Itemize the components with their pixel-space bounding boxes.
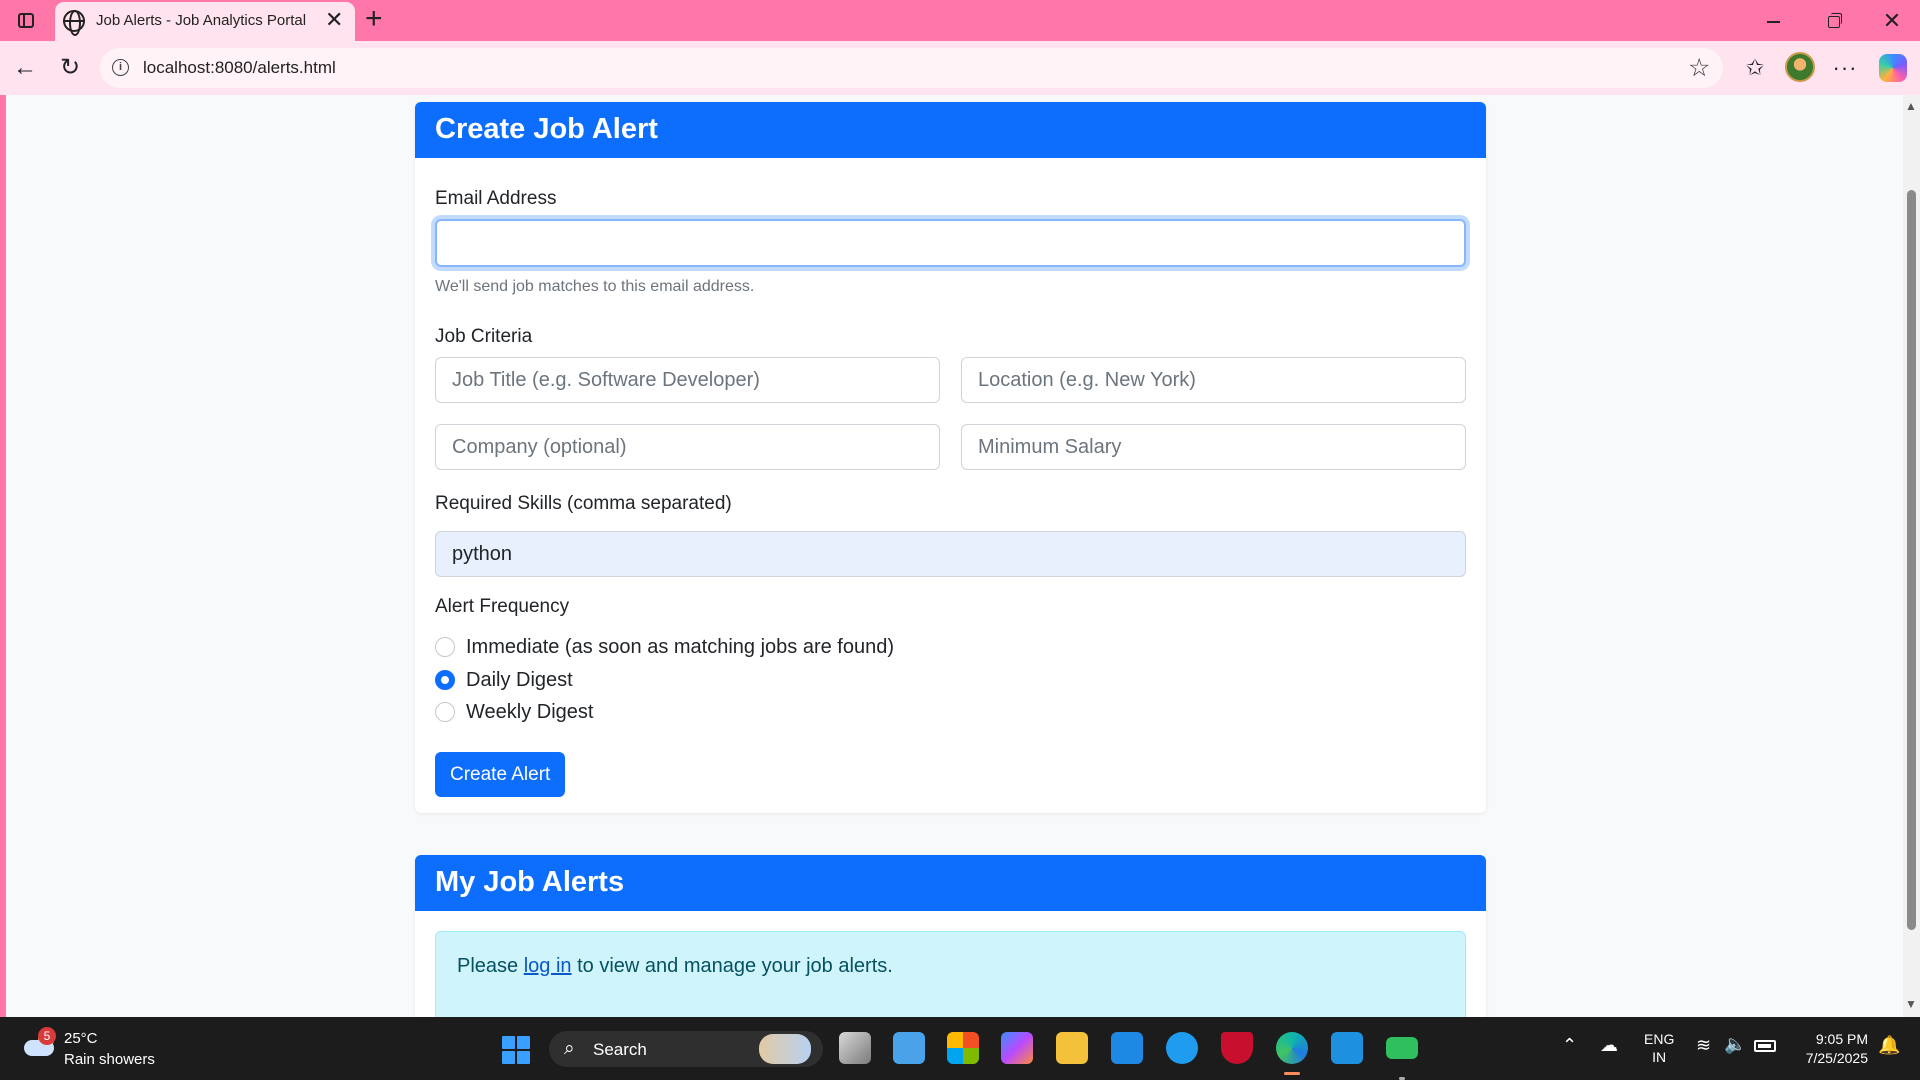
mcafee-icon[interactable] [1221,1032,1253,1064]
language-code: ENG [1644,1031,1675,1047]
weather-temperature[interactable]: 25°C [64,1030,98,1047]
weather-badge: 5 [38,1027,56,1045]
vscode-icon[interactable] [1331,1032,1363,1064]
my-alerts-card: My Job Alerts Please log in to view and … [415,855,1486,1017]
browser-tab-bar: Job Alerts - Job Analytics Portal ✕ + ✕ [0,0,1920,41]
login-link[interactable]: log in [524,955,572,977]
radio-label-weekly: Weekly Digest [466,700,594,723]
back-arrow-icon[interactable]: ← [8,51,42,85]
frequency-option-weekly[interactable]: Weekly Digest [435,699,593,725]
login-required-alert: Please log in to view and manage your jo… [435,931,1466,1017]
window-close-button[interactable]: ✕ [1872,8,1912,34]
copilot-app-icon[interactable] [1001,1032,1033,1064]
volume-icon[interactable]: 🔈 [1724,1034,1746,1080]
microsoft-store-icon[interactable] [947,1032,979,1064]
notepad-icon[interactable] [893,1032,925,1064]
radio-daily[interactable] [435,670,455,690]
region-code: IN [1652,1049,1667,1065]
wifi-icon[interactable]: ≋ [1696,1035,1711,1080]
page-viewport: Create Job Alert Email Address We'll sen… [6,95,1920,1017]
refresh-icon[interactable]: ↻ [53,51,87,85]
edge-browser-icon[interactable] [1276,1032,1308,1075]
search-highlight-image [759,1034,811,1064]
frequency-option-immediate[interactable]: Immediate (as soon as matching jobs are … [435,634,894,660]
file-explorer-icon[interactable] [1056,1032,1088,1064]
create-alert-card: Create Job Alert Email Address We'll sen… [415,102,1486,813]
clock-time: 9:05 PM [1815,1031,1868,1047]
more-options-icon[interactable]: ··· [1828,51,1862,85]
search-icon: ⌕ [564,1038,575,1059]
radio-label-immediate: Immediate (as soon as matching jobs are … [466,635,894,658]
onedrive-offline-icon[interactable]: ☁ [1600,1035,1618,1080]
taskbar-search-label: Search [593,1040,647,1059]
email-help-text: We'll send job matches to this email add… [435,278,755,295]
location-input[interactable] [961,357,1466,403]
tab-title: Job Alerts - Job Analytics Portal [96,12,307,29]
tab-actions-menu-icon[interactable] [10,8,42,34]
windows-start-icon[interactable] [502,1036,530,1064]
skills-input[interactable] [435,531,1466,577]
terminal-app-icon[interactable] [1386,1037,1418,1080]
minimum-salary-input[interactable] [961,424,1466,470]
windows-taskbar: 5 25°C Rain showers ⌕ Search ⌃ ☁ ENG IN … [0,1017,1920,1080]
radio-weekly[interactable] [435,702,455,722]
profile-avatar[interactable] [1785,52,1815,82]
show-hidden-icons-icon[interactable]: ⌃ [1562,1035,1577,1080]
globe-icon [63,10,85,36]
new-tab-button[interactable]: + [365,4,383,34]
radio-immediate[interactable] [435,637,455,657]
address-bar[interactable]: i localhost:8080/alerts.html ☆ [100,48,1723,88]
company-input[interactable] [435,424,940,470]
task-view-icon[interactable] [839,1032,871,1064]
clock[interactable]: 9:05 PM 7/25/2025 [1796,1030,1868,1080]
scrollbar-thumb[interactable] [1907,190,1916,930]
email-label: Email Address [435,188,557,209]
tab-close-icon[interactable]: ✕ [325,9,343,31]
create-alert-button[interactable]: Create Alert [435,752,566,797]
scroll-down-arrow-icon[interactable]: ▼ [1905,997,1917,1011]
battery-icon[interactable] [1754,1040,1776,1052]
favorites-icon[interactable]: ✩ [1738,51,1772,85]
favorite-star-icon[interactable]: ☆ [1688,53,1710,83]
job-criteria-label: Job Criteria [435,326,533,347]
notifications-icon[interactable]: 🔔 [1878,1035,1900,1080]
language-indicator[interactable]: ENG IN [1644,1030,1674,1080]
skills-label: Required Skills (comma separated) [435,493,732,514]
alert-message-prefix: Please [457,955,524,977]
taskbar-search[interactable]: ⌕ Search [549,1031,823,1067]
weather-description[interactable]: Rain showers [64,1051,155,1068]
site-info-icon[interactable]: i [112,59,129,76]
my-alerts-header: My Job Alerts [415,855,1486,911]
browser-tab-active[interactable]: Job Alerts - Job Analytics Portal ✕ [55,2,355,41]
frequency-option-daily[interactable]: Daily Digest [435,667,573,693]
help-icon[interactable] [1166,1032,1198,1064]
alert-frequency-label: Alert Frequency [435,596,570,617]
copilot-icon[interactable] [1879,54,1907,82]
email-input[interactable] [435,219,1466,267]
clock-date: 7/25/2025 [1805,1050,1868,1066]
myhp-icon[interactable] [1111,1032,1143,1064]
url-text[interactable]: localhost:8080/alerts.html [143,58,336,78]
scroll-up-arrow-icon[interactable]: ▲ [1905,99,1917,113]
page-scrollbar[interactable]: ▲ ▼ [1903,95,1920,1017]
create-alert-header: Create Job Alert [415,102,1486,158]
radio-label-daily: Daily Digest [466,668,573,691]
job-title-input[interactable] [435,357,940,403]
alert-message-suffix: to view and manage your job alerts. [571,955,893,977]
browser-toolbar: ← ↻ i localhost:8080/alerts.html ☆ ✩ ··· [0,41,1920,95]
restore-button[interactable] [1813,8,1853,34]
minimize-button[interactable] [1753,8,1793,34]
